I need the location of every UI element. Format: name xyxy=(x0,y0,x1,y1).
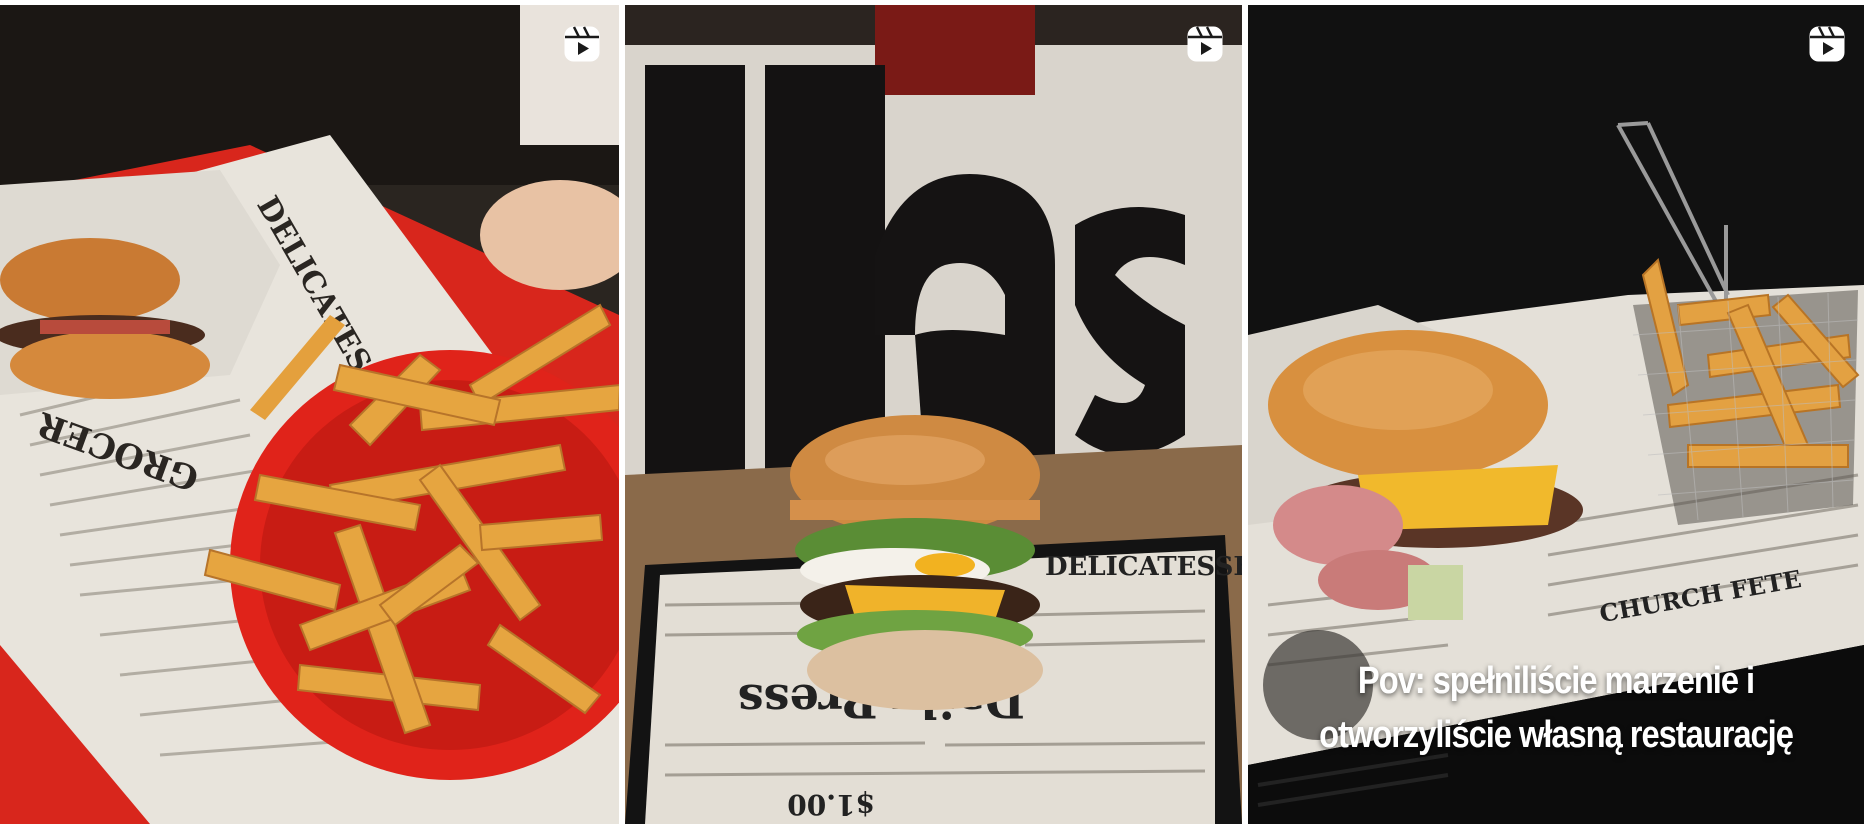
reel-caption: Pov: spełniliście marzenie i otworzyliśc… xyxy=(1291,654,1821,762)
reel-post-1[interactable]: GROCER DELICATESSEN xyxy=(0,5,619,824)
caption-line-1: Pov: spełniliście marzenie i xyxy=(1357,660,1755,702)
svg-text:$1.00: $1.00 xyxy=(787,788,875,821)
reel-post-2[interactable]: Daily Press DELICATESSEN $1.00 xyxy=(625,5,1242,824)
reel-icon xyxy=(1808,25,1846,63)
reels-grid: GROCER DELICATESSEN Press DELICATESS $1.… xyxy=(0,0,1864,824)
reel-thumbnail-2: Daily Press DELICATESSEN $1.00 xyxy=(625,5,1242,824)
reel-icon xyxy=(563,25,601,63)
caption-line-2: otworzyliście własną restaurację xyxy=(1319,714,1794,756)
reel-thumbnail-1: GROCER DELICATESSEN xyxy=(0,5,619,824)
reel-post-3[interactable]: CHURCH FETE Pov: spełniliście marzenie i… xyxy=(1248,5,1864,824)
svg-text:DELICATESSEN: DELICATESSEN xyxy=(1045,552,1242,582)
reel-icon xyxy=(1186,25,1224,63)
